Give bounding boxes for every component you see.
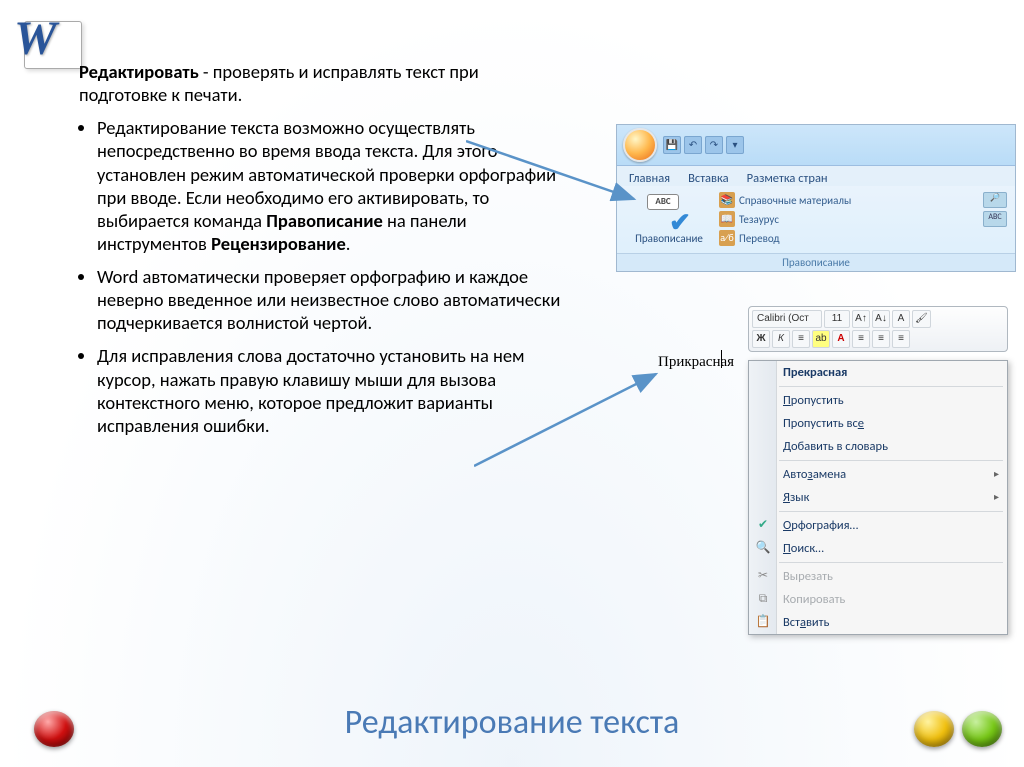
ctx-separator: [779, 460, 1003, 461]
qat-save-icon[interactable]: 💾: [663, 136, 681, 154]
mini-toolbar: Calibri (Ост 11 A↑ A↓ A 🖌 Ж К ≡ ab A ≡ ≡…: [748, 306, 1008, 352]
context-menu-screenshot: Прикрасная Calibri (Ост 11 A↑ A↓ A 🖌 Ж К…: [658, 306, 1018, 666]
nav-green-button[interactable]: [962, 711, 1002, 747]
font-color-icon[interactable]: A: [832, 330, 850, 348]
find-icon: 🔍: [755, 540, 771, 556]
cut-icon: ✂: [755, 568, 771, 584]
ctx-find[interactable]: 🔍 Поиск…: [749, 537, 1007, 560]
spellcheck-icon: ✔: [755, 517, 771, 533]
ctx-paste[interactable]: 📋 Вставить: [749, 611, 1007, 634]
tab-insert[interactable]: Вставка: [688, 171, 729, 186]
book-icon: 📚: [719, 192, 735, 208]
office-button[interactable]: [623, 128, 657, 162]
ribbon-tabs: Главная Вставка Разметка стран: [617, 166, 1015, 186]
abc-check-icon: ABC ✔: [647, 194, 691, 230]
qat-undo-icon[interactable]: ↶: [684, 136, 702, 154]
dec-indent-icon[interactable]: ≡: [852, 330, 870, 348]
ctx-add-dictionary[interactable]: Добавить в словарь: [749, 435, 1007, 458]
paste-icon: 📋: [755, 614, 771, 630]
quick-access-toolbar: 💾 ↶ ↷ ▾: [663, 136, 744, 154]
copy-icon: ⧉: [755, 591, 771, 607]
ctx-ignore-all[interactable]: Пропустить все: [749, 412, 1007, 435]
wordcount-icon[interactable]: ABC: [983, 211, 1007, 227]
shrink-font-icon[interactable]: A↓: [872, 310, 890, 328]
ribbon-titlebar: 💾 ↶ ↷ ▾: [617, 125, 1015, 166]
bold-icon[interactable]: Ж: [752, 330, 770, 348]
ctx-separator: [779, 562, 1003, 563]
translate-button[interactable]: a⁄б Перевод: [719, 230, 975, 246]
context-menu: Прекрасная Пропустить Пропустить все Доб…: [748, 360, 1008, 635]
ctx-spelling[interactable]: ✔ Орфография…: [749, 514, 1007, 537]
nav-yellow-button[interactable]: [914, 711, 954, 747]
bullet-3: Для исправления слова достаточно установ…: [97, 344, 565, 437]
inc-indent-icon[interactable]: ≡: [872, 330, 890, 348]
ctx-language[interactable]: Язык: [749, 486, 1007, 509]
thesaurus-button[interactable]: 📖 Тезаурус: [719, 211, 975, 227]
tab-layout[interactable]: Разметка стран: [747, 171, 828, 186]
translate-icon: a⁄б: [719, 230, 735, 246]
proofing-side: 📚 Справочные материалы 📖 Тезаурус a⁄б Пе…: [713, 192, 975, 247]
ctx-separator: [779, 386, 1003, 387]
research-icon[interactable]: 🔎: [983, 192, 1007, 208]
ctx-copy: ⧉ Копировать: [749, 588, 1007, 611]
intro-line: Редактировать - проверять и исправлять т…: [79, 60, 565, 106]
qat-more-icon[interactable]: ▾: [726, 136, 744, 154]
center-icon[interactable]: ≡: [792, 330, 810, 348]
text-cursor: [721, 350, 722, 368]
thesaurus-icon: 📖: [719, 211, 735, 227]
ribbon-screenshot: 💾 ↶ ↷ ▾ Главная Вставка Разметка стран A…: [616, 124, 1016, 272]
ref-materials-button[interactable]: 📚 Справочные материалы: [719, 192, 975, 208]
ctx-ignore[interactable]: Пропустить: [749, 389, 1007, 412]
proofing-right-icons: 🔎 ABC: [975, 192, 1007, 247]
bullets-icon[interactable]: ≡: [892, 330, 910, 348]
ribbon-body: ABC ✔ Правописание 📚 Справочные материал…: [617, 186, 1015, 253]
bullet-list: Редактирование текста возможно осуществл…: [55, 116, 565, 437]
content-block: Редактировать - проверять и исправлять т…: [55, 60, 565, 447]
qat-redo-icon[interactable]: ↷: [705, 136, 723, 154]
slide-title: Редактирование текста: [0, 702, 1024, 743]
ctx-suggestion[interactable]: Прекрасная: [749, 361, 1007, 384]
tab-home[interactable]: Главная: [629, 171, 670, 186]
highlight-icon[interactable]: ab: [812, 330, 830, 348]
intro-term: Редактировать: [79, 60, 199, 83]
ctx-cut: ✂ Вырезать: [749, 565, 1007, 588]
font-size-combo[interactable]: 11: [824, 310, 850, 328]
nav-red-button[interactable]: [34, 711, 74, 747]
italic-icon[interactable]: К: [772, 330, 790, 348]
ribbon-group-label: Правописание: [617, 253, 1015, 271]
misspelled-word[interactable]: Прикрасная: [658, 354, 734, 372]
bullet-1: Редактирование текста возможно осуществл…: [97, 116, 565, 255]
grow-font-icon[interactable]: A↑: [852, 310, 870, 328]
bullet-2: Word автоматически проверяет орфографию …: [97, 265, 565, 334]
font-name-combo[interactable]: Calibri (Ост: [752, 310, 822, 328]
proofing-main-button[interactable]: ABC ✔ Правописание: [625, 192, 713, 247]
ctx-separator: [779, 511, 1003, 512]
styles-icon[interactable]: A: [892, 310, 910, 328]
ctx-autocorrect[interactable]: Автозамена: [749, 463, 1007, 486]
format-painter-icon[interactable]: 🖌: [912, 310, 931, 328]
